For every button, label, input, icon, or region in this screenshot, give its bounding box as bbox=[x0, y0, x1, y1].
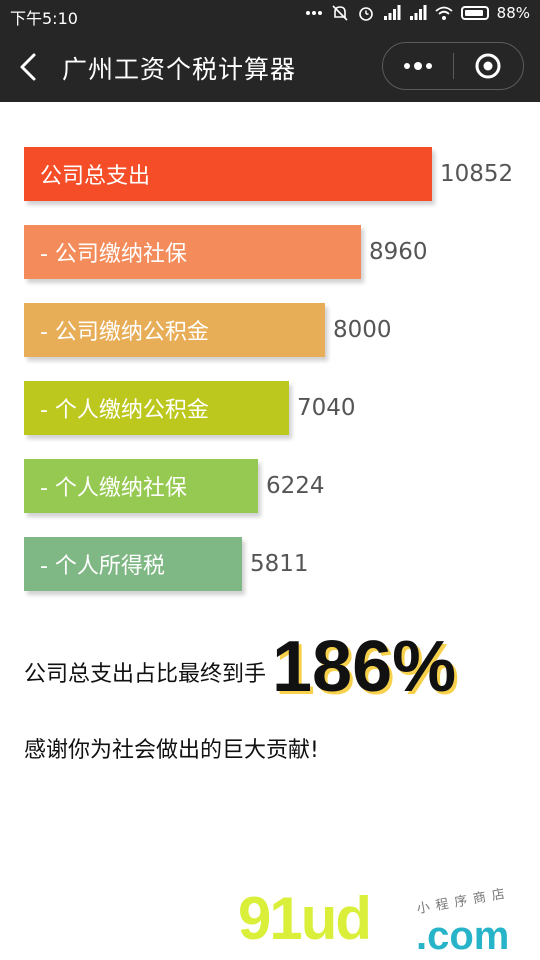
mute-bell-icon bbox=[332, 5, 348, 21]
page-title: 广州工资个税计算器 bbox=[62, 55, 297, 84]
watermark-domain: .com bbox=[416, 914, 510, 958]
battery-icon bbox=[460, 6, 489, 20]
nav-bar: 广州工资个税计算器 bbox=[0, 32, 540, 102]
bar: - 个人所得税 bbox=[24, 537, 242, 591]
wifi-icon bbox=[435, 6, 453, 20]
bar-value-label: 7040 bbox=[297, 395, 356, 421]
mini-program-capsule bbox=[382, 42, 524, 90]
battery-percent: 88% bbox=[496, 4, 530, 22]
bar-row: - 公司缴纳公积金 8000 bbox=[24, 303, 392, 357]
summary-line: 公司总支出占比最终到手 186% bbox=[24, 622, 456, 712]
bar-row: 公司总支出 10852 bbox=[24, 147, 513, 201]
bar-value-label: 6224 bbox=[266, 473, 325, 499]
watermark-tagline: 小程序商店 bbox=[415, 885, 512, 918]
target-circle-icon bbox=[475, 53, 501, 79]
capsule-more-button[interactable] bbox=[383, 44, 453, 88]
status-bar: 下午5:10 88% bbox=[0, 0, 540, 32]
alarm-icon bbox=[358, 7, 373, 21]
bar-value-label: 8960 bbox=[369, 239, 428, 265]
bar: - 公司缴纳公积金 bbox=[24, 303, 325, 357]
capsule-close-button[interactable] bbox=[454, 44, 524, 88]
bar-row: - 个人缴纳公积金 7040 bbox=[24, 381, 356, 435]
bar: - 公司缴纳社保 bbox=[24, 225, 361, 279]
summary-percent: 186% bbox=[272, 627, 457, 707]
summary-label: 公司总支出占比最终到手 bbox=[24, 662, 267, 687]
status-icons: 88% bbox=[305, 4, 530, 22]
bar-value-label: 10852 bbox=[440, 161, 514, 187]
bar: 公司总支出 bbox=[24, 147, 432, 201]
signal-icon bbox=[383, 5, 401, 20]
signal-icon bbox=[409, 5, 427, 20]
bar-row: - 个人所得税 5811 bbox=[24, 537, 309, 591]
thanks-message: 感谢你为社会做出的巨大贡献! bbox=[24, 738, 319, 763]
status-time: 下午5:10 bbox=[10, 9, 78, 28]
bar: - 个人缴纳社保 bbox=[24, 459, 258, 513]
back-arrow-icon[interactable] bbox=[12, 50, 46, 84]
watermark-brand: 91ud bbox=[238, 885, 372, 952]
watermark-logo: 91ud 小程序商店 .com bbox=[238, 880, 538, 960]
bar: - 个人缴纳公积金 bbox=[24, 381, 289, 435]
more-dots-icon bbox=[305, 11, 322, 15]
bar-value-label: 8000 bbox=[333, 317, 392, 343]
more-dots-icon bbox=[403, 62, 432, 70]
bar-row: - 公司缴纳社保 8960 bbox=[24, 225, 428, 279]
bar-value-label: 5811 bbox=[250, 551, 309, 577]
bar-row: - 个人缴纳社保 6224 bbox=[24, 459, 325, 513]
